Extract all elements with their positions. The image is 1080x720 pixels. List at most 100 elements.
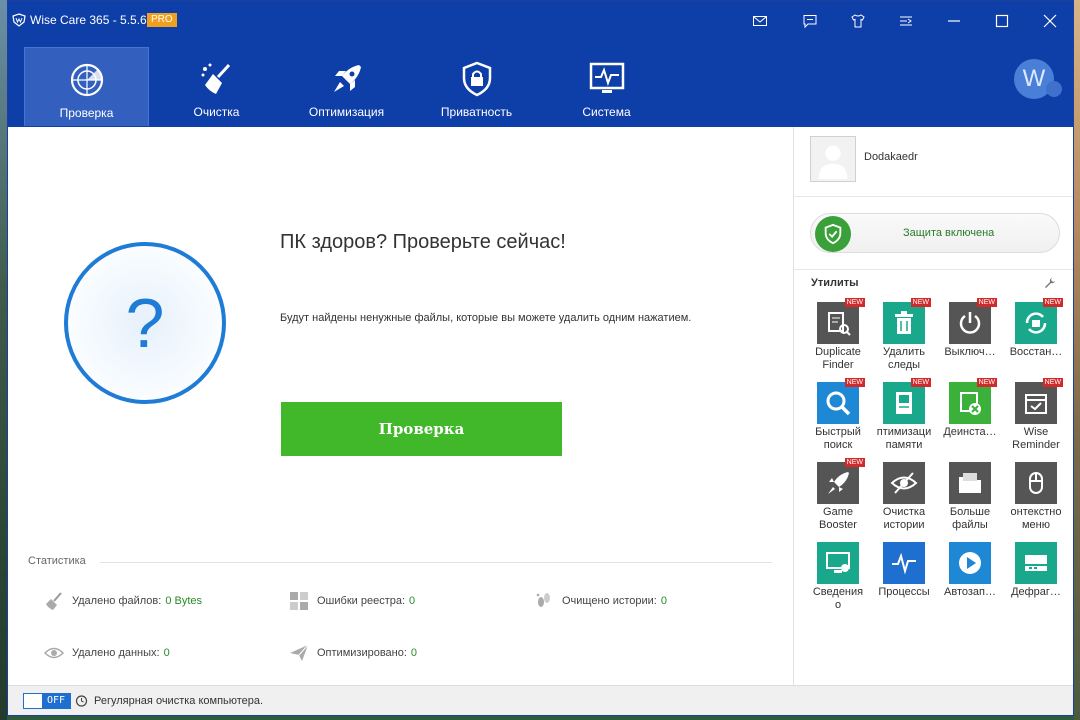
utility-tool-icon: NEW — [949, 378, 997, 424]
protection-label: Защита включена — [903, 227, 995, 239]
utility-tool-label: Удалить следы — [883, 346, 925, 371]
health-status-graphic: ? — [64, 242, 226, 404]
stat-label: Очищено истории: — [562, 595, 657, 607]
utility-tool-label: Быстрый поиск — [815, 426, 861, 451]
main-nav: Проверка Очистка Оптимизация Приватность… — [24, 47, 674, 127]
title-bar: Wise Care 365 - 5.5.6 PRO — [8, 1, 1073, 41]
footer-bar: OFF Регулярная очистка компьютера. — [8, 685, 1073, 715]
trash-icon — [895, 311, 913, 334]
new-badge: NEW — [910, 298, 931, 307]
utility-tool-label: онтекстно меню — [1010, 506, 1062, 531]
tshirt-icon — [851, 14, 865, 28]
scan-button[interactable]: Проверка — [281, 402, 562, 456]
toggle-state: OFF — [42, 694, 70, 708]
utility-tool[interactable]: NEW Удалить следы — [871, 298, 937, 372]
utility-tool-label: Выключ… — [944, 346, 996, 358]
utility-tool[interactable]: Автозап… — [937, 542, 1003, 599]
protection-status[interactable]: Защита включена — [810, 213, 1060, 253]
utility-tool[interactable]: NEW Game Booster — [805, 458, 871, 532]
utility-tool[interactable]: Процессы — [871, 542, 937, 599]
folder-icon — [959, 473, 981, 493]
maximize-icon — [995, 14, 1009, 28]
tab-optimize[interactable]: Оптимизация — [284, 47, 409, 126]
app-window: Wise Care 365 - 5.5.6 PRO Проверка Очист… — [7, 0, 1074, 716]
tab-clean[interactable]: Очистка — [154, 47, 279, 126]
utility-tool-label: Деинста… — [943, 426, 997, 438]
user-avatar[interactable] — [810, 136, 856, 182]
minimize-button[interactable] — [940, 9, 968, 33]
footprints-icon — [536, 593, 550, 607]
radar-icon — [70, 63, 103, 97]
utility-tool-icon: NEW — [1015, 298, 1063, 344]
tab-system[interactable]: Система — [544, 47, 669, 126]
utilities-title: Утилиты — [811, 277, 859, 289]
stat-value: 0 Bytes — [165, 595, 203, 607]
utility-tool[interactable]: NEW Выключ… — [937, 298, 1003, 359]
tab-privacy[interactable]: Приватность — [414, 47, 539, 126]
tab-clean-label: Очистка — [193, 105, 240, 119]
utility-tool[interactable]: Очистка истории — [871, 462, 937, 532]
shield-check-icon — [815, 216, 851, 252]
rocket-icon — [333, 65, 361, 92]
utility-tool-label: Game Booster — [819, 506, 857, 531]
utility-tool[interactable]: NEW Wise Reminder — [1003, 378, 1069, 452]
new-badge: NEW — [1042, 298, 1063, 307]
utility-tool[interactable]: NEW Деинста… — [937, 378, 1003, 439]
new-badge: NEW — [1042, 378, 1063, 387]
pro-badge: PRO — [147, 13, 177, 27]
utility-tool[interactable]: онтекстно меню — [1003, 462, 1069, 532]
mouse-icon — [1029, 472, 1043, 494]
monitor-pulse-icon — [589, 62, 624, 93]
auto-clean-toggle[interactable]: OFF — [23, 693, 71, 709]
utility-tool[interactable]: Дефраг… — [1003, 542, 1069, 599]
utility-tool[interactable]: NEW Быстрый поиск — [805, 378, 871, 452]
search-icon — [826, 391, 851, 416]
utility-tool[interactable]: Сведения о — [805, 542, 871, 612]
play-icon — [959, 552, 981, 574]
stat-value: 0 — [660, 595, 667, 607]
alarm-clock-icon — [75, 695, 88, 707]
utility-tool-icon: NEW — [949, 298, 997, 344]
question-icon: ? — [125, 284, 165, 362]
utility-tool-label: Восстан… — [1009, 346, 1063, 358]
utility-tool-label: Автозап… — [944, 586, 996, 598]
utility-tool[interactable]: NEW Duplicate Finder — [805, 298, 871, 372]
pulse-icon — [892, 552, 916, 575]
menu-button[interactable] — [892, 9, 920, 33]
utility-tool[interactable]: NEW Восстан… — [1003, 298, 1069, 359]
stat-deleted-files: Удалено файлов: 0 Bytes — [44, 591, 202, 611]
utility-tool-icon — [1015, 542, 1057, 584]
desktop-background-right — [1074, 0, 1080, 720]
reminder-icon — [1025, 394, 1047, 414]
utility-tool-icon — [883, 542, 925, 584]
utility-tool-label: Wise Reminder — [1012, 426, 1060, 451]
stat-deleted-data: Удалено данных: 0 — [44, 643, 170, 663]
new-badge: NEW — [844, 378, 865, 387]
utility-tool-label: Дефраг… — [1011, 586, 1061, 598]
page-title: ПК здоров? Проверьте сейчас! — [280, 231, 566, 253]
mail-button[interactable] — [746, 9, 774, 33]
utility-tool-icon — [949, 542, 991, 584]
wrench-icon[interactable] — [1044, 277, 1056, 289]
drive-icon — [1025, 555, 1047, 571]
paper-plane-icon — [290, 644, 309, 661]
monitor-gear-icon — [826, 552, 850, 573]
maximize-button[interactable] — [988, 9, 1016, 33]
uninstall-icon — [960, 392, 981, 415]
close-button[interactable] — [1036, 9, 1064, 33]
utility-tool-icon — [817, 542, 859, 584]
utility-tool-icon — [883, 462, 925, 504]
stats-divider — [100, 562, 772, 563]
page-description: Будут найдены ненужные файлы, которые вы… — [280, 312, 692, 324]
skin-button[interactable] — [844, 9, 872, 33]
utility-tool[interactable]: NEW птимизаци памяти — [871, 378, 937, 452]
new-badge: NEW — [844, 298, 865, 307]
feedback-button[interactable] — [796, 9, 824, 33]
stat-value: 0 — [410, 647, 418, 659]
header: Wise Care 365 - 5.5.6 PRO Проверка Очист… — [8, 1, 1073, 127]
utility-tool-label: птимизаци памяти — [876, 426, 932, 451]
utility-tool[interactable]: Больше файлы — [937, 462, 1003, 532]
right-sidebar: Dodakaedr Защита включена Утилиты NEW Dup… — [793, 127, 1073, 685]
account-avatar[interactable]: W — [1014, 59, 1062, 99]
tab-check[interactable]: Проверка — [24, 47, 149, 126]
